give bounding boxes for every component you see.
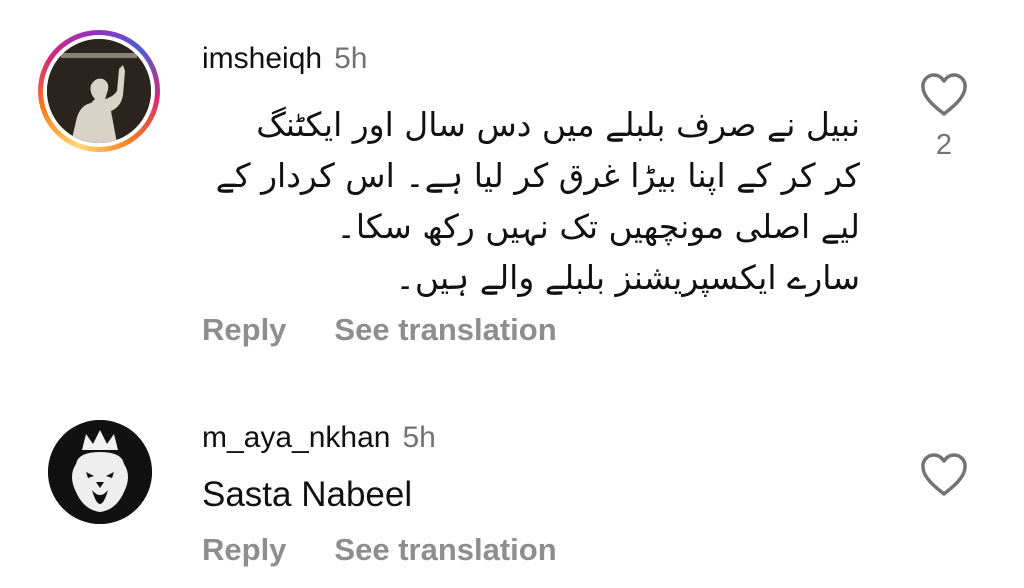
timestamp: 5h [402, 421, 436, 454]
comment-text-line: کر کر کے اپنا بیڑا غرق کر لیا ہے۔ اس کرد… [215, 156, 860, 195]
comment-text-line: نبیل نے صرف بلبلے میں دس سال اور ایکٹنگ [256, 105, 860, 144]
comment-header: m_aya_nkhan 5h [202, 420, 436, 456]
comment-header: imsheiqh 5h [202, 41, 367, 77]
comment-item: m_aya_nkhan 5h Sasta Nabeel Reply See tran… [0, 400, 1024, 588]
comment-item: imsheiqh 5h نبیل نے صرف بلبلے میں دس سال … [0, 0, 1024, 380]
comment-text: Sasta Nabeel [202, 475, 413, 514]
silhouette-avatar-icon [47, 39, 151, 143]
like-control: 2 [914, 72, 974, 162]
avatar[interactable] [47, 39, 151, 143]
username[interactable]: imsheiqh [202, 42, 322, 75]
comment-text-line: لیے اصلی مونچھیں تک نہیں رکھ سکا۔ [336, 207, 861, 246]
heart-icon[interactable] [919, 452, 969, 498]
see-translation-button[interactable]: See translation [334, 532, 556, 567]
comment-text: نبیل نے صرف بلبلے میں دس سال اور ایکٹنگ … [160, 99, 860, 303]
see-translation-button[interactable]: See translation [334, 312, 556, 347]
reply-button[interactable]: Reply [202, 312, 286, 347]
reply-button[interactable]: Reply [202, 532, 286, 567]
comment-text-line: سارے ایکسپریشنز بلبلے والے ہیں۔ [395, 258, 860, 297]
comment-actions: Reply See translation [202, 311, 557, 349]
like-count: 2 [935, 129, 953, 161]
timestamp: 5h [334, 42, 368, 75]
heart-icon[interactable] [919, 72, 969, 118]
like-control [914, 452, 974, 498]
lion-crown-avatar-icon [48, 420, 152, 524]
username[interactable]: m_aya_nkhan [202, 421, 390, 454]
avatar[interactable] [48, 420, 152, 524]
comment-actions: Reply See translation [202, 531, 557, 569]
